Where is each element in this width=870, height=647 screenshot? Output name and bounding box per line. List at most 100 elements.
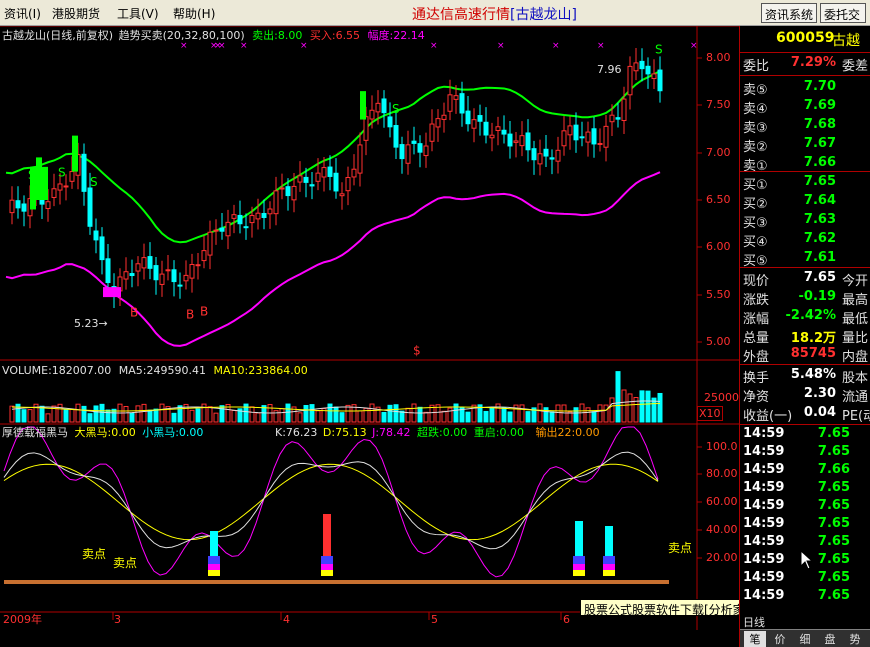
candle-body: [453, 95, 459, 100]
trade-button[interactable]: 委托交: [820, 3, 866, 23]
candle-body: [171, 269, 177, 283]
candle-body: [375, 102, 381, 113]
volume-bar: [99, 403, 105, 423]
volume-bar: [417, 406, 423, 423]
candle-body: [519, 135, 525, 147]
stat2-row-cut-label: PE(动: [842, 409, 870, 424]
volume-bar: [615, 371, 621, 423]
top-x-marker: ×: [597, 41, 605, 51]
indicator-name: 趋势买卖(20,32,80,100): [118, 29, 245, 42]
menu-item-help[interactable]: 帮助(H): [173, 5, 215, 22]
price-tick: 7.50: [706, 98, 731, 111]
volume-bar: [189, 409, 195, 423]
signal-bar: [72, 135, 78, 172]
top-x-marker: ×: [218, 41, 226, 51]
volume-bar: [609, 397, 615, 423]
volume-value: VOLUME:182007.00: [2, 364, 112, 377]
candle-body: [429, 123, 435, 142]
volume-unit: X10: [697, 406, 723, 421]
candle-body: [87, 187, 93, 227]
candle-body: [327, 166, 333, 177]
stat2-row-value: 5.48%: [790, 367, 836, 382]
indicator-tick: 80.00: [706, 467, 738, 480]
quote-tab[interactable]: 势: [844, 631, 866, 647]
volume-bar: [171, 412, 177, 423]
candle-body: [351, 168, 357, 178]
indicator-header: 厚德载福黑马 大黑马:0.00 小黑马:0.00: [2, 426, 203, 439]
candle-body: [597, 142, 603, 145]
ask-row: 卖⑤ 7.70: [740, 79, 870, 98]
candle-body: [105, 258, 111, 284]
bid-row-value: 7.63: [803, 212, 836, 227]
candle-body: [357, 144, 363, 174]
tick-row: 14:59 7.65: [740, 444, 870, 463]
signal-marker: B: [200, 304, 208, 318]
signal-column: [208, 564, 220, 570]
volume-bar: [279, 408, 285, 423]
candle-body: [123, 271, 129, 280]
candle-body: [561, 130, 567, 147]
tick-time: 14:59: [743, 444, 785, 459]
stat2-row: 换手 5.48% 股本: [740, 367, 870, 386]
candle-body: [15, 200, 21, 209]
quote-tab-bar: 笔价细盘势: [740, 629, 870, 647]
tick-price: 7.65: [817, 516, 850, 531]
ask-row-label: 卖③: [743, 121, 768, 136]
candle-body: [639, 60, 645, 70]
candle-body: [573, 124, 579, 141]
candle-body: [417, 143, 423, 153]
stat-row: 现价 7.65 今开: [740, 270, 870, 289]
volume-bar: [537, 403, 543, 423]
candle-body: [645, 65, 651, 75]
candle-body: [9, 199, 15, 214]
quote-tab[interactable]: 价: [769, 631, 791, 647]
volume-bar: [315, 410, 321, 423]
candle-body: [279, 187, 285, 190]
menu-item-info[interactable]: 资讯(I): [4, 5, 41, 22]
volume-bar: [213, 412, 219, 423]
quote-tab[interactable]: 笔: [744, 631, 766, 647]
tick-time: 14:59: [743, 426, 785, 441]
info-system-button[interactable]: 资讯系统: [761, 3, 817, 23]
volume-bar: [123, 405, 129, 423]
candle-body: [141, 257, 147, 269]
signal-marker: S: [392, 102, 400, 116]
candle-body: [285, 186, 291, 197]
stat-row: 外盘 85745 内盘: [740, 346, 870, 365]
top-x-marker: ×: [430, 41, 438, 51]
volume-bar: [195, 408, 201, 423]
bid-row: 买① 7.65: [740, 174, 870, 193]
chart-area[interactable]: S S S S S B B B $ × × × × × × × × × × × 古越龙山(日线,前复权) 趋势买卖(2…: [0, 25, 739, 647]
menu-item-tools[interactable]: 工具(V): [117, 5, 159, 22]
top-x-marker: ×: [690, 41, 698, 51]
signal-marker: S: [90, 175, 98, 189]
candle-body: [183, 274, 189, 282]
candle-body: [261, 212, 267, 218]
signal-column: [321, 564, 333, 570]
volume-bar: [357, 410, 363, 423]
quote-tab[interactable]: 细: [794, 631, 816, 647]
stat-row: 涨幅 -2.42% 最低: [740, 308, 870, 327]
candle-body: [633, 62, 639, 72]
menu-item-hk-futures[interactable]: 港股期货: [52, 5, 100, 22]
top-x-marker: ×: [300, 41, 308, 51]
stock-code: 600059: [776, 30, 835, 46]
tick-time: 14:59: [743, 552, 785, 567]
candle-body: [309, 184, 315, 187]
bid-row: 买④ 7.62: [740, 231, 870, 250]
candle-body: [531, 148, 537, 161]
bid-row-label: 买①: [743, 178, 768, 193]
date-axis-year: 2009年: [3, 613, 42, 626]
signal-column: [210, 531, 218, 556]
price-tick: 6.00: [706, 240, 731, 253]
ask-row-value: 7.69: [803, 98, 836, 113]
bid-row: 买③ 7.63: [740, 212, 870, 231]
volume-bar: [525, 411, 531, 423]
stat2-row-label: 净资: [743, 390, 770, 405]
ask-row-value: 7.66: [803, 155, 836, 170]
signal-column: [323, 514, 331, 556]
candle-body: [489, 134, 495, 139]
quote-tab[interactable]: 盘: [819, 631, 841, 647]
kline-chart-svg[interactable]: S SSSSB B B$× ××× × × × × × × ×: [0, 25, 739, 647]
volume-bar: [207, 406, 213, 423]
